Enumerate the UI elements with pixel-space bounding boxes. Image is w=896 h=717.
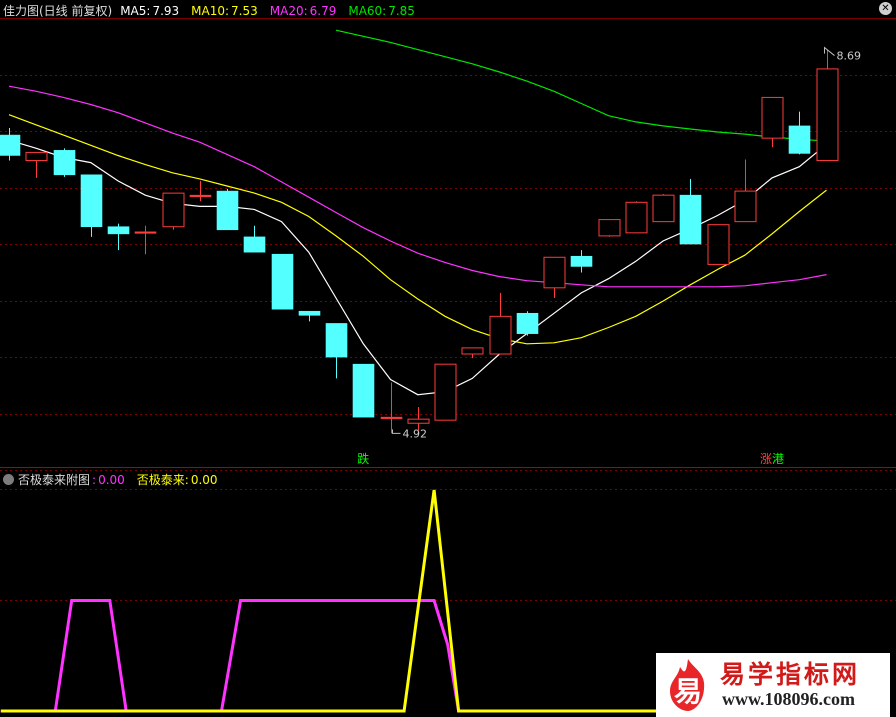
high-price-label: 8.69 xyxy=(837,50,862,63)
candle xyxy=(380,382,403,434)
candle-body xyxy=(80,174,103,228)
candle xyxy=(707,224,730,265)
watermark-url: www.108096.com xyxy=(722,689,855,709)
candle-body xyxy=(707,224,730,265)
candle xyxy=(788,111,811,155)
candle-body xyxy=(271,253,294,310)
candle-body xyxy=(189,194,212,197)
annotations: 8.69 4.92 跌 涨港 xyxy=(357,46,862,466)
ma10-readout: MA10: 7.53 xyxy=(191,4,258,18)
ma5-readout: MA5: 7.93 xyxy=(120,4,180,18)
candle-body xyxy=(461,347,484,355)
candle xyxy=(516,311,539,336)
candle-body xyxy=(0,134,21,156)
candle-body xyxy=(543,256,566,289)
svg-text:易: 易 xyxy=(674,675,702,708)
kline-chart[interactable]: 8.69 4.92 跌 涨港 xyxy=(0,0,896,717)
flame-icon: 易 xyxy=(670,659,705,711)
candle-body xyxy=(598,219,621,237)
main-header: 佳力图(日线 前复权) MA5: 7.93 MA10: 7.53 MA20: 6.79 MA6… xyxy=(0,2,427,20)
candle xyxy=(461,347,484,359)
candle xyxy=(734,159,757,223)
indicator-value-2: 否极泰来: 0.00 xyxy=(136,473,218,487)
candle-body xyxy=(734,190,757,223)
candle-body xyxy=(216,190,239,231)
candle xyxy=(53,148,76,177)
candle-body xyxy=(434,363,457,421)
signal-label-up: 涨 xyxy=(760,451,772,466)
indicator-value-1: :0.00 xyxy=(92,473,125,487)
candle-body xyxy=(652,194,675,223)
candle xyxy=(325,323,348,379)
candle xyxy=(761,96,784,148)
candle xyxy=(107,223,130,251)
candle xyxy=(598,219,621,237)
candles xyxy=(0,49,839,434)
signal-label-down: 跌 xyxy=(357,451,369,466)
sub-header: 否极泰来附图:0.00 否极泰来: 0.00 xyxy=(0,471,230,489)
candle xyxy=(652,194,675,223)
candle-body xyxy=(107,226,130,235)
candle-body xyxy=(380,416,403,419)
candle xyxy=(816,49,839,162)
candle-body xyxy=(761,96,784,139)
indicator-title[interactable]: 否极泰来附图 xyxy=(18,473,90,487)
candle xyxy=(298,310,321,322)
candle xyxy=(543,256,566,298)
candle-body xyxy=(134,231,157,234)
candle xyxy=(679,178,702,245)
candle xyxy=(216,189,239,231)
candle xyxy=(243,225,266,253)
candle-body xyxy=(352,363,375,418)
candle-body xyxy=(679,194,702,245)
ma-line-ma60 xyxy=(335,29,827,142)
candle-body xyxy=(489,315,512,355)
candle-body xyxy=(53,150,76,176)
chevron-down-icon[interactable] xyxy=(3,474,14,485)
candle xyxy=(189,180,212,202)
candle-body xyxy=(407,418,430,424)
candle-body xyxy=(516,312,539,334)
ma-line-ma20 xyxy=(8,85,827,288)
low-price-label: 4.92 xyxy=(403,427,428,440)
candle xyxy=(134,225,157,255)
candle-body xyxy=(788,125,811,154)
signal-label-port: 港 xyxy=(772,452,784,466)
ma20-readout: MA20: 6.79 xyxy=(269,4,337,18)
candle xyxy=(489,292,512,355)
candle-body xyxy=(243,236,266,253)
watermark-logo: 易 易学指标网 www.108096.com xyxy=(656,653,890,717)
low-marker xyxy=(392,429,401,434)
candle xyxy=(0,127,21,161)
candle-body xyxy=(162,192,185,228)
candle xyxy=(80,174,103,237)
candle xyxy=(162,192,185,230)
ma-lines xyxy=(8,29,827,396)
candle xyxy=(352,363,375,418)
ma60-readout: MA60: 7.85 xyxy=(348,4,415,18)
candle xyxy=(570,250,593,273)
high-marker xyxy=(824,46,835,56)
candle-body xyxy=(816,68,839,162)
ma-line-ma5 xyxy=(8,139,827,396)
candle-body xyxy=(25,151,48,162)
candle xyxy=(625,201,648,234)
candle-body xyxy=(298,310,321,316)
candle-body xyxy=(625,201,648,234)
candle-body xyxy=(325,323,348,358)
close-icon[interactable]: ✕ xyxy=(879,2,892,15)
ma-line-ma10 xyxy=(8,114,827,345)
watermark-name: 易学指标网 xyxy=(720,660,861,689)
candle xyxy=(25,151,48,178)
candle xyxy=(434,363,457,421)
stock-title[interactable]: 佳力图(日线 前复权) xyxy=(3,4,112,18)
candle xyxy=(271,253,294,310)
candle-body xyxy=(570,255,593,267)
